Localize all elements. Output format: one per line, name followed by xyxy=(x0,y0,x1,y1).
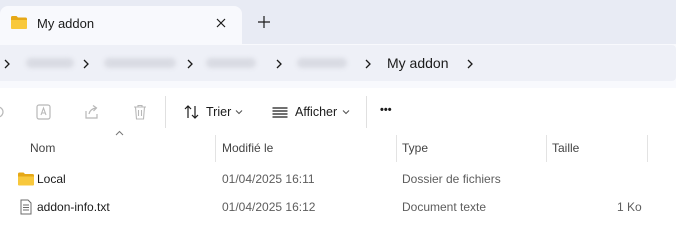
close-icon[interactable] xyxy=(212,14,230,32)
breadcrumb-item-hidden[interactable] xyxy=(26,58,74,68)
chevron-down-icon xyxy=(235,110,243,115)
file-name: addon-info.txt xyxy=(37,200,110,214)
breadcrumb-current[interactable]: My addon xyxy=(387,55,448,71)
trash-icon[interactable] xyxy=(131,103,149,121)
sort-label: Trier xyxy=(206,105,232,119)
file-modified: 01/04/2025 16:11 xyxy=(222,172,315,186)
share-icon[interactable] xyxy=(83,103,101,121)
chevron-right-icon[interactable] xyxy=(186,58,194,70)
column-divider[interactable] xyxy=(396,135,397,162)
file-name: Local xyxy=(37,172,66,186)
more-options-button[interactable]: ••• xyxy=(376,96,404,128)
breadcrumb-item-hidden[interactable] xyxy=(206,58,256,68)
chevron-right-icon[interactable] xyxy=(82,58,90,70)
view-list-icon xyxy=(272,107,288,118)
tab-strip: My addon xyxy=(0,0,676,44)
table-row[interactable]: addon-info.txt 01/04/2025 16:12 Document… xyxy=(0,194,676,221)
sort-ascending-icon xyxy=(115,130,124,136)
cut-icon[interactable] xyxy=(0,103,7,121)
view-label: Afficher xyxy=(295,105,338,119)
column-header-row: Nom Modifié le Type Taille xyxy=(0,130,676,162)
column-name[interactable]: Nom xyxy=(30,141,55,155)
rename-icon[interactable] xyxy=(35,103,53,121)
more-options-icon: ••• xyxy=(380,104,392,116)
tab-title: My addon xyxy=(37,16,95,31)
command-bar: Trier Afficher ••• xyxy=(0,88,676,136)
column-modified[interactable]: Modifié le xyxy=(222,141,273,155)
chevron-right-icon[interactable] xyxy=(364,58,372,70)
file-type: Dossier de fichiers xyxy=(402,172,501,186)
table-row[interactable]: Local 01/04/2025 16:11 Dossier de fichie… xyxy=(0,166,676,193)
column-divider[interactable] xyxy=(647,135,648,162)
folder-icon xyxy=(18,172,34,186)
tab-my-addon[interactable]: My addon xyxy=(0,6,242,44)
column-divider[interactable] xyxy=(215,135,216,162)
chevron-down-icon xyxy=(342,110,350,115)
text-file-icon xyxy=(20,199,32,215)
chevron-right-icon[interactable] xyxy=(275,58,283,70)
file-modified: 01/04/2025 16:12 xyxy=(222,200,316,214)
column-size[interactable]: Taille xyxy=(552,141,579,155)
divider xyxy=(165,96,166,128)
plus-icon[interactable] xyxy=(255,13,273,31)
breadcrumb-item-hidden[interactable] xyxy=(297,58,347,68)
sort-icon xyxy=(184,105,199,119)
chevron-right-icon[interactable] xyxy=(466,58,474,70)
column-type[interactable]: Type xyxy=(402,141,428,155)
sort-button[interactable]: Trier xyxy=(180,96,252,128)
folder-icon xyxy=(11,16,27,29)
view-button[interactable]: Afficher xyxy=(268,96,358,128)
column-divider[interactable] xyxy=(546,135,547,162)
breadcrumb-item-hidden[interactable] xyxy=(104,58,176,68)
chevron-right-icon[interactable] xyxy=(3,58,11,70)
address-bar: My addon xyxy=(0,44,676,88)
divider xyxy=(366,96,367,128)
file-type: Document texte xyxy=(402,200,487,214)
file-size: 1 Ko xyxy=(617,200,642,214)
